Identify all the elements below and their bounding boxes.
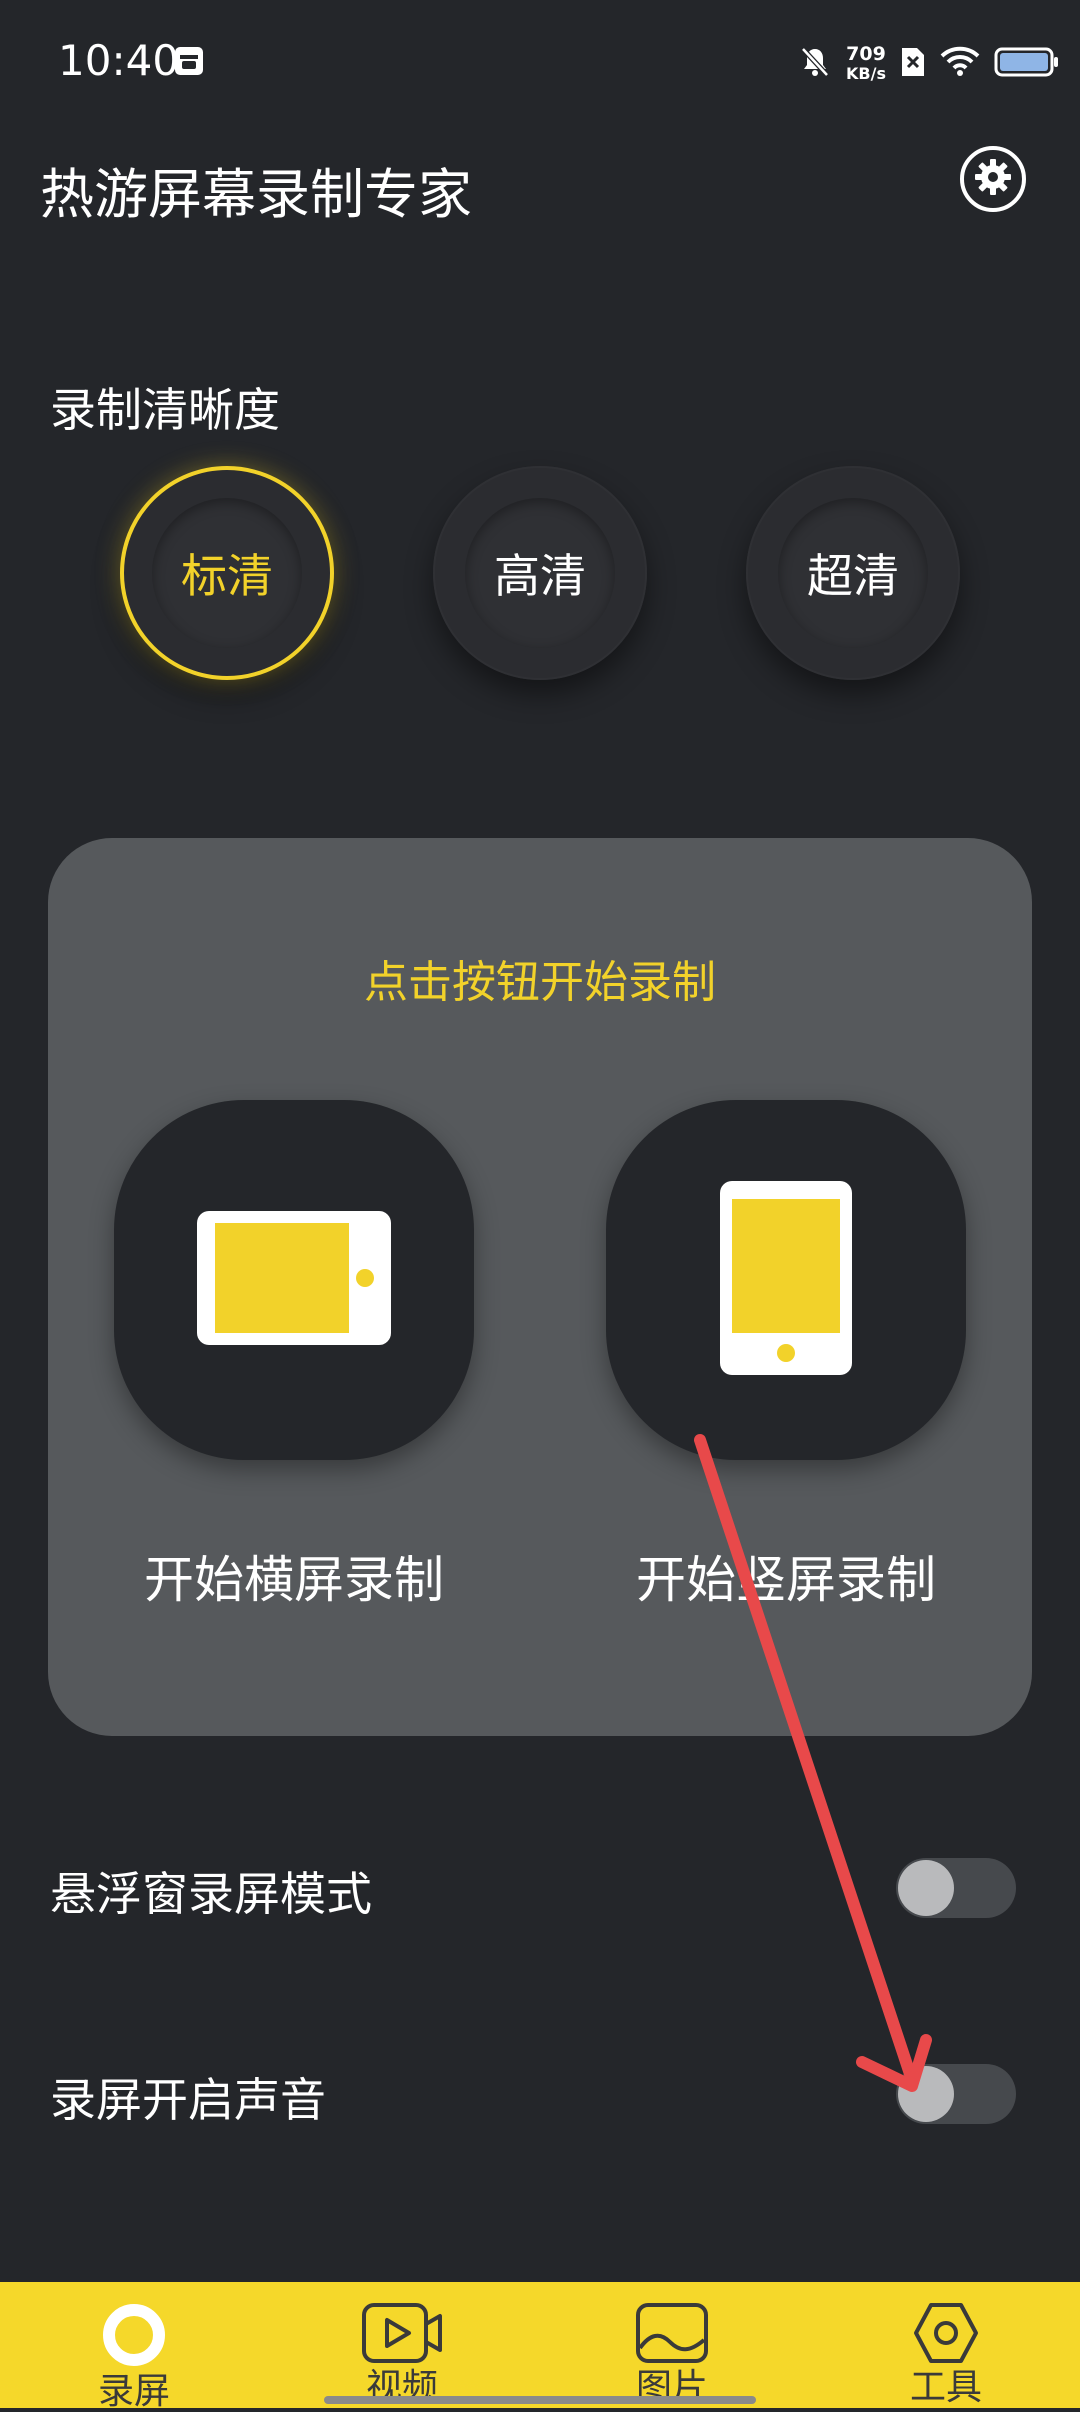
status-icons: 709 KB/s — [798, 36, 1060, 92]
quality-section-label: 录制清晰度 — [50, 383, 280, 437]
network-speed: 709 KB/s — [846, 44, 886, 84]
record-sound-toggle[interactable] — [896, 2064, 1016, 2124]
settings-button[interactable] — [960, 146, 1026, 212]
toggle-knob — [898, 2066, 954, 2122]
gear-icon — [973, 157, 1013, 201]
portrait-phone-icon — [720, 1181, 852, 1379]
quality-uhd-label: 超清 — [778, 498, 928, 648]
quality-hd-label: 高清 — [465, 498, 615, 648]
float-window-mode-label: 悬浮窗录屏模式 — [50, 1867, 372, 1921]
notification-app-icon — [174, 46, 204, 76]
bottom-navigation: 录屏 视频 图片 工具 — [0, 2282, 1080, 2412]
nav-tools-label: 工具 — [909, 2367, 982, 2408]
wifi-icon — [940, 46, 980, 82]
nav-record-label: 录屏 — [97, 2371, 170, 2412]
network-speed-value: 709 — [846, 43, 886, 65]
portrait-record-label: 开始竖屏录制 — [636, 1551, 936, 1609]
nav-tools[interactable]: 工具 — [846, 2282, 1046, 2408]
mute-bell-icon — [798, 45, 832, 83]
app-title: 热游屏幕录制专家 — [40, 163, 472, 226]
battery-icon — [994, 46, 1060, 82]
nav-image[interactable]: 图片 — [572, 2282, 772, 2408]
quality-options: 标清 高清 超清 — [0, 466, 1080, 686]
quality-hd-button[interactable]: 高清 — [433, 466, 647, 680]
record-sound-label: 录屏开启声音 — [50, 2073, 326, 2127]
record-ring-icon — [101, 2302, 167, 2368]
record-hint: 点击按钮开始录制 — [364, 957, 716, 1008]
network-speed-unit: KB/s — [846, 64, 886, 83]
sim-off-icon — [900, 46, 926, 82]
status-time: 10:40 — [58, 36, 180, 85]
float-window-mode-toggle[interactable] — [896, 1858, 1016, 1918]
record-card: 点击按钮开始录制 开始横屏录制 开始竖屏录制 — [48, 838, 1032, 1736]
nav-record[interactable]: 录屏 — [34, 2282, 234, 2412]
portrait-record-button[interactable] — [606, 1100, 966, 1460]
home-indicator[interactable] — [324, 2396, 756, 2404]
landscape-phone-icon — [197, 1211, 391, 1349]
quality-sd-button[interactable]: 标清 — [120, 466, 334, 680]
video-icon — [361, 2302, 443, 2364]
landscape-record-button[interactable] — [114, 1100, 474, 1460]
nav-video[interactable]: 视频 — [302, 2282, 502, 2408]
toggle-knob — [898, 1860, 954, 1916]
quality-uhd-button[interactable]: 超清 — [746, 466, 960, 680]
landscape-record-label: 开始横屏录制 — [144, 1551, 444, 1609]
image-icon — [635, 2302, 709, 2364]
tool-nut-icon — [913, 2302, 979, 2364]
quality-sd-label: 标清 — [152, 498, 302, 648]
